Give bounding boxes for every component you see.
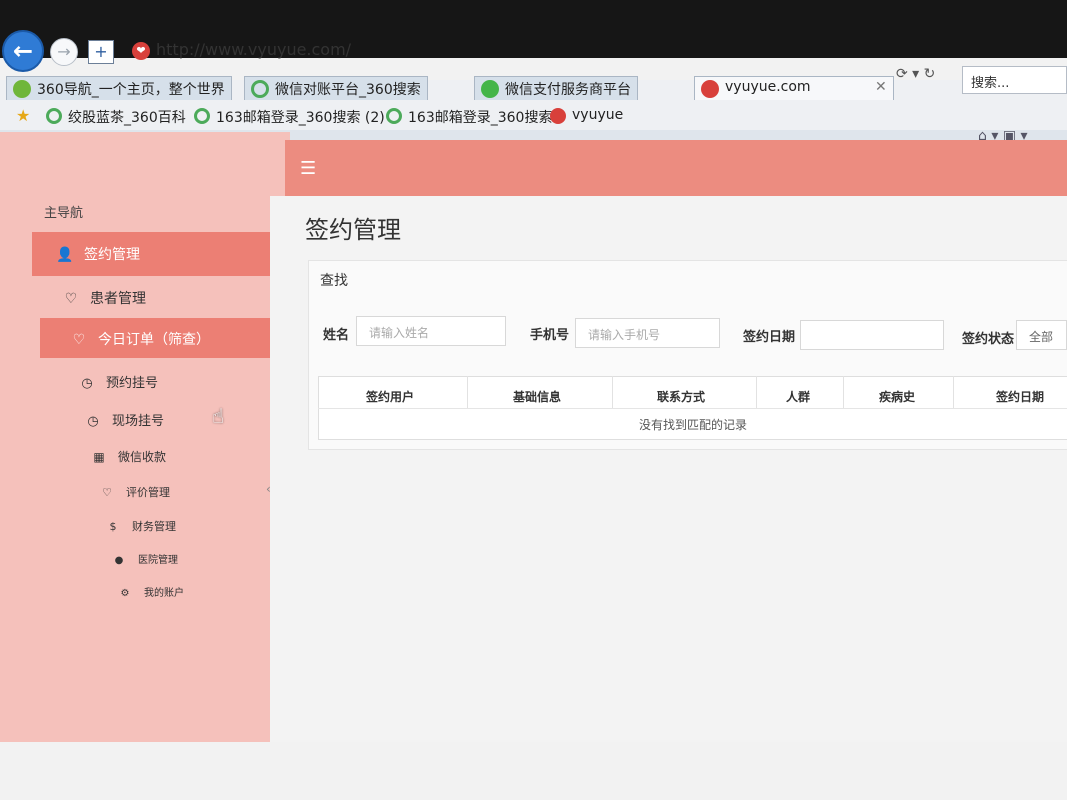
tab-label: 微信支付服务商平台: [505, 82, 631, 98]
sidebar-item-walkin[interactable]: ◷ 现场挂号: [84, 410, 164, 429]
clock-icon: ◷: [87, 414, 99, 429]
column-divider: [612, 376, 613, 408]
tab-360-nav[interactable]: 360导航_一个主页，整个世界: [6, 76, 232, 100]
sidebar-item-finance[interactable]: $ 财务管理: [104, 518, 177, 534]
sidebar-item-reviews[interactable]: ♡ 评价管理: [98, 484, 170, 500]
column-header[interactable]: 联系方式: [657, 388, 705, 405]
status-select[interactable]: 全部: [1016, 320, 1067, 350]
favorite-item[interactable]: vyuyue: [550, 107, 624, 124]
favorite-item[interactable]: 绞股蓝茶_360百科: [46, 107, 186, 127]
empty-table-message: 没有找到匹配的记录: [318, 408, 1067, 440]
menu-toggle-icon[interactable]: ☰: [300, 158, 316, 179]
top-header-bar: [285, 140, 1067, 204]
hand-cursor-icon: ☝: [212, 404, 225, 428]
sidebar-item-label: 评价管理: [126, 486, 170, 499]
back-button[interactable]: ←: [2, 30, 44, 72]
wechat-icon: [481, 80, 499, 98]
favorite-label: 163邮箱登录_360搜索 (2): [216, 110, 385, 126]
site-logo-icon: [701, 80, 719, 98]
tab-vyuyue[interactable]: vyuyue.com ✕: [694, 76, 894, 100]
browser-search-input[interactable]: 搜索...: [962, 66, 1067, 94]
360-logo-icon: [13, 80, 31, 98]
star-icon: ★: [16, 106, 31, 125]
security-shield-icon[interactable]: +: [88, 40, 114, 64]
sidebar-item-label: 患者管理: [90, 291, 146, 307]
sidebar-item-label: 我的账户: [144, 588, 184, 599]
nav-heading: 主导航: [44, 206, 84, 221]
column-divider: [467, 376, 468, 408]
date-input[interactable]: [800, 320, 944, 350]
refresh-icon[interactable]: ⟳ ▾ ↻: [896, 66, 935, 82]
search-result-icon: [194, 108, 210, 124]
sidebar: [0, 132, 290, 742]
name-label: 姓名: [323, 328, 350, 343]
sidebar-item-hospital[interactable]: ● 医院管理: [110, 551, 178, 566]
qrcode-icon: ▦: [93, 450, 105, 464]
column-header[interactable]: 疾病史: [879, 388, 915, 405]
sidebar-item-label: 签约管理: [84, 247, 140, 263]
sidebar-item-label: 现场挂号: [112, 414, 165, 429]
sidebar-item-label: 今日订单（筛查）: [98, 332, 210, 348]
column-header[interactable]: 人群: [786, 388, 810, 405]
sidebar-item-today-orders[interactable]: ♡ 今日订单（筛查）: [40, 318, 280, 358]
back-arrow-icon: ←: [12, 37, 34, 65]
heart-icon: ♡: [72, 332, 86, 348]
favorite-item[interactable]: 163邮箱登录_360搜索: [386, 107, 552, 127]
forward-arrow-icon: →: [57, 42, 71, 61]
close-tab-icon[interactable]: ✕: [875, 79, 887, 95]
phone-input[interactable]: 请输入手机号: [575, 318, 720, 348]
column-header[interactable]: 签约日期: [996, 388, 1044, 405]
favorite-label: 绞股蓝茶_360百科: [68, 110, 186, 126]
column-header[interactable]: 基础信息: [513, 388, 561, 405]
user-icon: 👤: [56, 247, 74, 263]
tab-label: vyuyue.com: [725, 79, 811, 95]
panel-header: 查找: [320, 273, 348, 289]
tab-label: 360导航_一个主页，整个世界: [37, 82, 225, 98]
favorite-label: 163邮箱登录_360搜索: [408, 110, 553, 126]
search-result-icon: [386, 108, 402, 124]
gear-icon: ⚙: [120, 588, 130, 599]
sidebar-item-label: 微信收款: [118, 450, 167, 464]
clock-icon: ◷: [81, 376, 93, 391]
forward-button[interactable]: →: [50, 38, 78, 66]
sidebar-item-account[interactable]: ⚙ 我的账户: [116, 584, 184, 599]
sidebar-item-appointment[interactable]: ◷ 预约挂号: [78, 372, 158, 391]
status-label: 签约状态: [962, 332, 1015, 347]
heart-icon: ♡: [102, 486, 112, 499]
sidebar-item-patients[interactable]: ♡ 患者管理: [62, 288, 146, 308]
circle-icon: ●: [114, 555, 124, 566]
address-bar-url[interactable]: http://www.vyuyue.com/: [156, 40, 351, 59]
tab-wechat-pay[interactable]: 微信支付服务商平台: [474, 76, 638, 100]
column-header[interactable]: 签约用户: [366, 388, 414, 405]
sidebar-item-label: 医院管理: [138, 555, 178, 566]
sidebar-item-wechat-pay[interactable]: ▦ 微信收款: [90, 448, 166, 465]
tab-label: 微信对账平台_360搜索: [275, 82, 421, 98]
sidebar-item-signing[interactable]: 👤 签约管理: [32, 232, 274, 276]
column-divider: [843, 376, 844, 408]
search-result-icon: [251, 80, 269, 98]
favorite-label: vyuyue: [572, 107, 624, 123]
sidebar-item-label: 财务管理: [132, 520, 176, 533]
site-logo-icon: ❤: [132, 42, 150, 60]
dollar-icon: $: [109, 520, 117, 533]
sidebar-item-label: 预约挂号: [106, 376, 159, 391]
tab-wechat-reconcile[interactable]: 微信对账平台_360搜索: [244, 76, 428, 100]
heart-icon: ♡: [64, 291, 78, 307]
page-title: 签约管理: [305, 216, 401, 244]
name-input[interactable]: 请输入姓名: [356, 316, 506, 346]
column-divider: [756, 376, 757, 408]
column-divider: [953, 376, 954, 408]
date-label: 签约日期: [743, 330, 796, 345]
site-logo-icon: [550, 108, 566, 124]
search-result-icon: [46, 108, 62, 124]
favorite-item[interactable]: 163邮箱登录_360搜索 (2): [194, 107, 385, 127]
phone-label: 手机号: [530, 328, 570, 343]
